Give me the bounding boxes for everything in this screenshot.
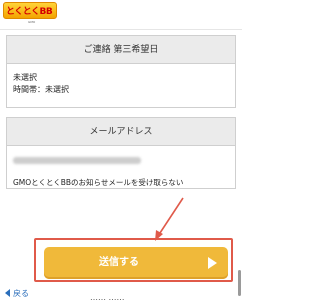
send-button[interactable]: 送信する — [44, 247, 228, 279]
scrollbar[interactable] — [238, 270, 241, 296]
send-button-label: 送信する — [99, 257, 139, 268]
back-link[interactable]: 戻る — [5, 289, 29, 299]
play-arrow-icon — [208, 257, 217, 269]
back-link-label: 戻る — [13, 289, 29, 298]
back-arrow-icon — [5, 289, 10, 297]
bottom-partial-text: …… …… — [90, 293, 125, 300]
